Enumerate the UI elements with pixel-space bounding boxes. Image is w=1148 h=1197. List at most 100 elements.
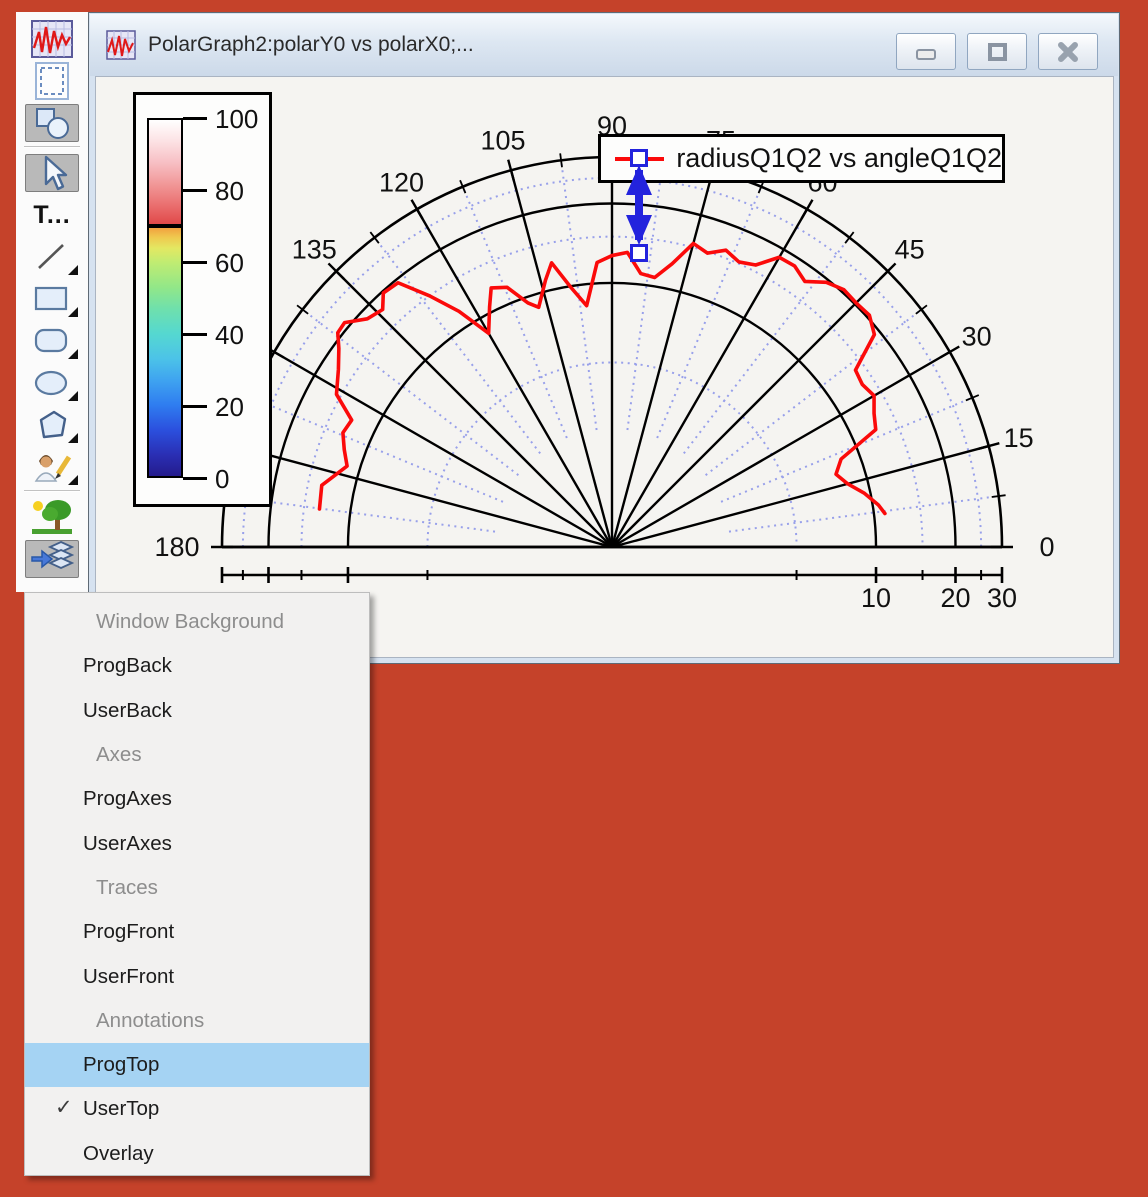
legend-label: radiusQ1Q2 vs angleQ1Q2 bbox=[676, 143, 1002, 174]
angle-label: 120 bbox=[379, 167, 424, 197]
check-icon: ✓ bbox=[55, 1095, 73, 1120]
page-select-icon bbox=[32, 61, 72, 101]
flyout-indicator-icon bbox=[68, 265, 78, 275]
color-scale-tick bbox=[183, 189, 207, 192]
menu-item-axes: Axes bbox=[25, 733, 369, 777]
arrow-handle-bottom[interactable] bbox=[632, 246, 647, 261]
graph-window-icon bbox=[106, 30, 136, 60]
angle-spoke bbox=[612, 446, 989, 547]
angle-tick bbox=[802, 200, 813, 219]
angle-label: 180 bbox=[154, 532, 199, 562]
ellipse-tool-icon bbox=[32, 367, 72, 399]
graph-plot-area: 0153045607590105120135150165180102030 02… bbox=[95, 76, 1114, 658]
menu-item-label: Overlay bbox=[83, 1142, 154, 1166]
freehand-tool-button[interactable] bbox=[25, 448, 79, 486]
desktop: { "desktop": { "background_color": "#c54… bbox=[0, 0, 1148, 1197]
angle-tick bbox=[992, 495, 1006, 497]
minor-grid-radial bbox=[706, 310, 922, 476]
angle-label: 135 bbox=[292, 234, 337, 264]
menu-item-window-background: Window Background bbox=[25, 600, 369, 644]
menu-item-usertop[interactable]: ✓ UserTop bbox=[25, 1087, 369, 1131]
menu-item-useraxes[interactable]: UserAxes bbox=[25, 821, 369, 865]
toolbar-separator bbox=[24, 146, 80, 148]
page-select-button[interactable] bbox=[25, 62, 79, 100]
flyout-indicator-icon bbox=[68, 349, 78, 359]
menu-item-label: ProgAxes bbox=[83, 787, 172, 811]
arrow-head-up bbox=[626, 165, 652, 195]
menu-item-label: UserTop bbox=[83, 1097, 159, 1121]
text-tool-button[interactable]: T... bbox=[25, 196, 79, 234]
menu-item-label: ProgTop bbox=[83, 1053, 159, 1077]
menu-item-label: UserBack bbox=[83, 699, 172, 723]
menu-item-traces: Traces bbox=[25, 866, 369, 910]
minimize-icon bbox=[913, 39, 939, 65]
minor-grid-radial bbox=[375, 238, 541, 454]
menu-item-progtop[interactable]: ProgTop bbox=[25, 1043, 369, 1087]
close-icon bbox=[1055, 39, 1081, 65]
angle-label: 105 bbox=[481, 125, 526, 155]
select-arrow-button[interactable] bbox=[25, 154, 79, 192]
color-scale-tick-label: 60 bbox=[215, 248, 244, 279]
minor-grid-radial bbox=[252, 398, 503, 502]
color-scale-annotation[interactable]: 020406080100 bbox=[133, 92, 272, 507]
draw-shapes-button[interactable] bbox=[25, 104, 79, 142]
menu-item-userback[interactable]: UserBack bbox=[25, 689, 369, 733]
restore-icon bbox=[984, 39, 1010, 65]
layer-context-menu: Window Background ProgBack UserBack Axes Pro… bbox=[24, 592, 370, 1176]
color-scale-tick-label: 20 bbox=[215, 392, 244, 423]
color-scale-tick-label: 100 bbox=[215, 104, 258, 135]
menu-item-overlay[interactable]: Overlay bbox=[25, 1132, 369, 1176]
angle-spoke bbox=[274, 352, 612, 547]
rect-tool-button[interactable] bbox=[25, 280, 79, 318]
color-scale-tick-label: 40 bbox=[215, 320, 244, 351]
close-button[interactable] bbox=[1038, 33, 1098, 70]
drawing-tool-palette: T... bbox=[16, 12, 88, 592]
select-arrow-icon bbox=[35, 155, 69, 191]
graph-window-button[interactable] bbox=[25, 20, 79, 58]
menu-item-label: UserFront bbox=[83, 965, 174, 989]
color-scale-gradient bbox=[147, 118, 183, 478]
picture-tool-icon bbox=[30, 498, 74, 536]
menu-item-userfront[interactable]: UserFront bbox=[25, 954, 369, 998]
color-scale-divider bbox=[147, 224, 183, 228]
minor-grid-radial bbox=[729, 496, 999, 532]
rounded-rect-tool-button[interactable] bbox=[25, 322, 79, 360]
rounded-rect-tool-icon bbox=[33, 325, 71, 357]
minimize-button[interactable] bbox=[896, 33, 956, 70]
menu-item-progaxes[interactable]: ProgAxes bbox=[25, 777, 369, 821]
menu-item-annotations: Annotations bbox=[25, 999, 369, 1043]
window-title: PolarGraph2:polarY0 vs polarX0;... bbox=[148, 33, 474, 57]
angle-label: 45 bbox=[895, 234, 925, 264]
polygon-tool-button[interactable] bbox=[25, 406, 79, 444]
color-scale-tick bbox=[183, 405, 207, 408]
color-scale-tick bbox=[183, 333, 207, 336]
restore-button[interactable] bbox=[967, 33, 1027, 70]
radial-axis-label: 20 bbox=[940, 583, 970, 613]
graph-window-icon bbox=[31, 20, 73, 58]
toolbar-separator bbox=[24, 490, 80, 492]
color-scale-tick bbox=[183, 477, 207, 480]
text-tool-icon: T... bbox=[33, 201, 70, 230]
menu-item-progback[interactable]: ProgBack bbox=[25, 644, 369, 688]
menu-item-label: Window Background bbox=[96, 610, 284, 634]
draw-shapes-icon bbox=[31, 105, 73, 141]
color-scale-tick bbox=[183, 117, 207, 120]
minor-grid-radial bbox=[684, 238, 850, 454]
picture-tool-button[interactable] bbox=[25, 498, 79, 536]
window-titlebar[interactable]: PolarGraph2:polarY0 vs polarX0;... bbox=[90, 14, 1118, 76]
layers-tool-icon bbox=[30, 540, 74, 578]
line-tool-button[interactable] bbox=[25, 238, 79, 276]
layers-tool-button[interactable] bbox=[25, 540, 79, 578]
color-scale-tick bbox=[183, 261, 207, 264]
menu-item-label: Annotations bbox=[96, 1009, 204, 1033]
angle-spoke bbox=[612, 271, 888, 547]
double-arrow-annotation[interactable] bbox=[592, 137, 682, 272]
angle-label: 15 bbox=[1004, 423, 1034, 453]
angle-label: 0 bbox=[1039, 532, 1054, 562]
menu-item-progfront[interactable]: ProgFront bbox=[25, 910, 369, 954]
arrow-handle-top[interactable] bbox=[632, 151, 647, 166]
menu-item-label: Axes bbox=[96, 743, 142, 767]
ellipse-tool-button[interactable] bbox=[25, 364, 79, 402]
angle-spoke bbox=[417, 209, 612, 547]
graph-window: PolarGraph2:polarY0 vs polarX0;... 01530… bbox=[88, 12, 1120, 664]
